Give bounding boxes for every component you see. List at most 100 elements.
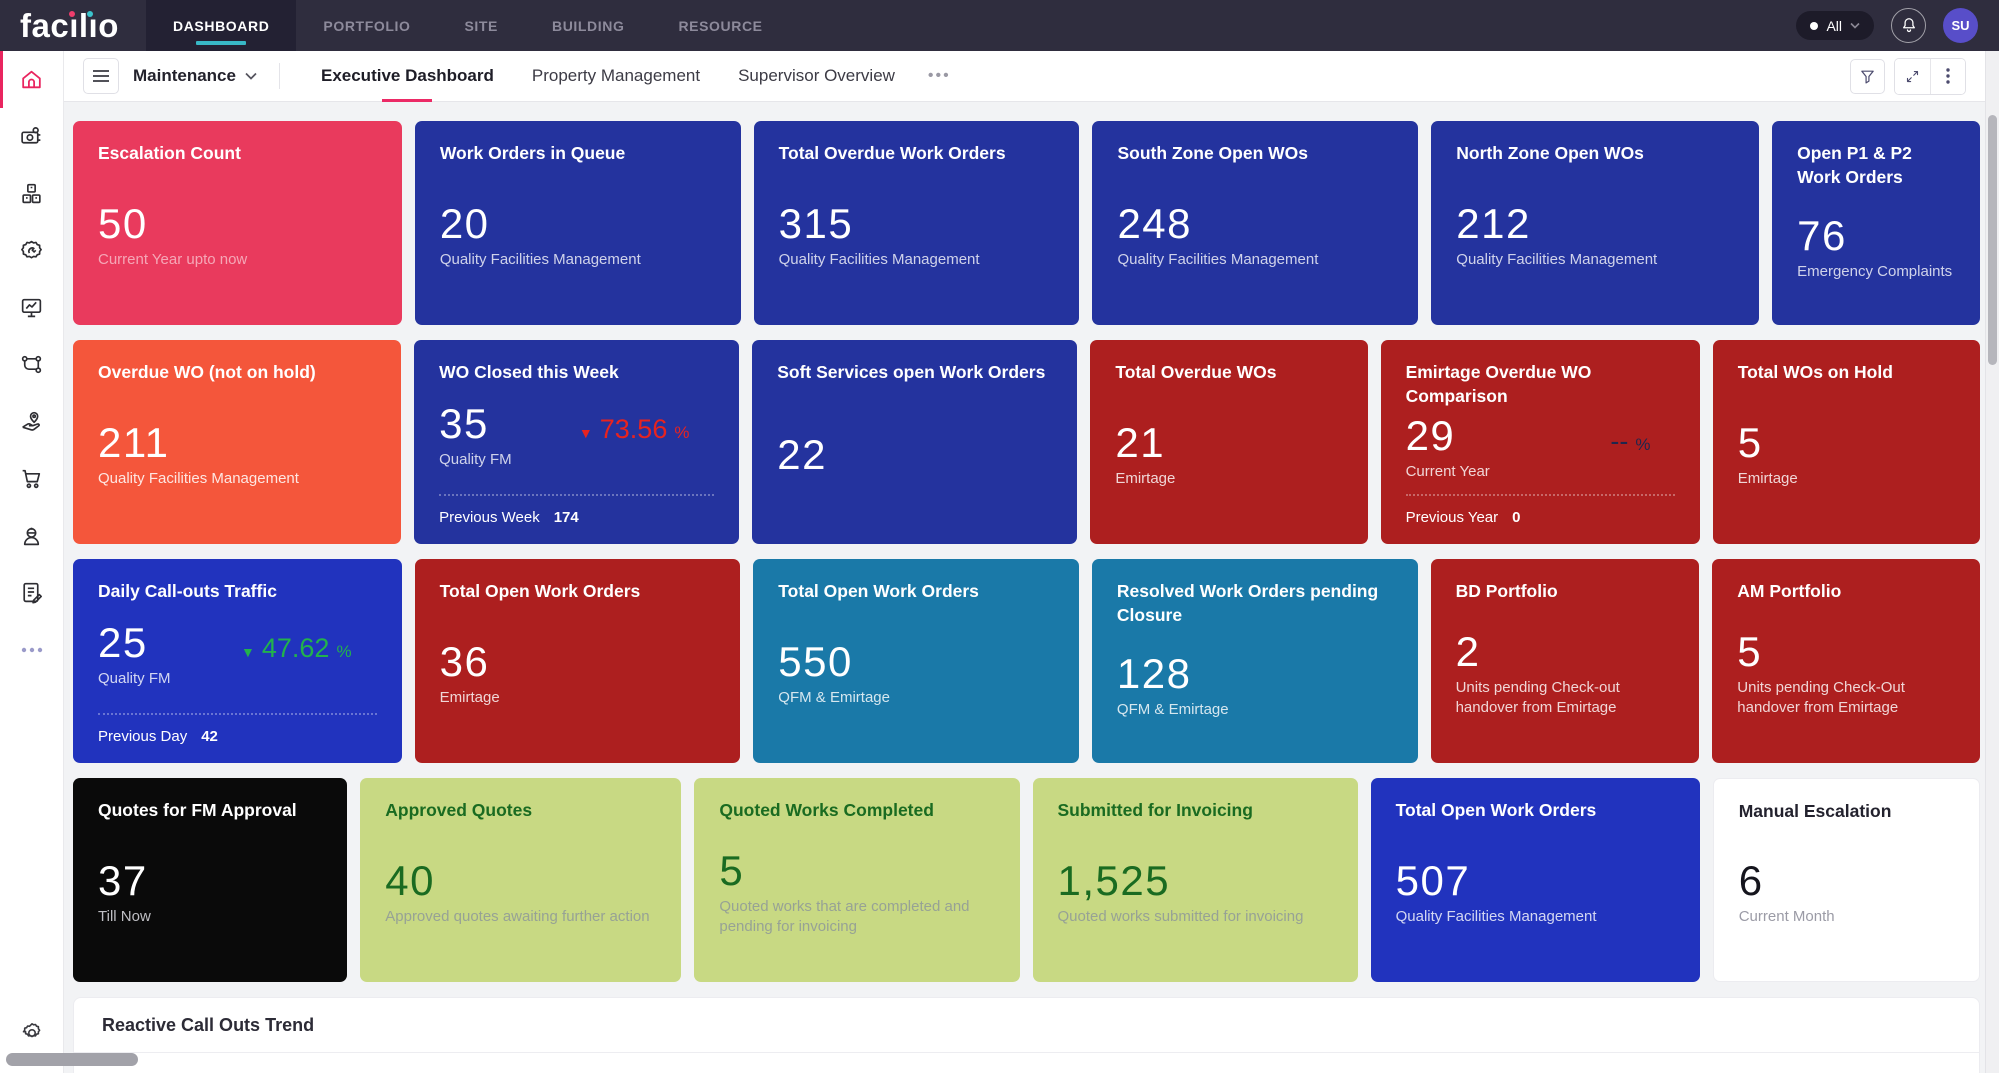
vertical-scrollbar[interactable] [1985,51,1999,1073]
filter-button[interactable] [1850,59,1885,94]
nav-tab-building[interactable]: BUILDING [525,0,651,51]
kpi-value: 22 [777,433,827,477]
document-edit-icon [19,580,44,605]
kpi-card-body: 35▼73.56%Quality FM [439,402,714,470]
region-selector[interactable]: All [1796,11,1874,40]
vertical-scrollbar-thumb[interactable] [1988,115,1997,365]
nav-tab-resource[interactable]: RESOURCE [651,0,789,51]
sidebar-item-more[interactable] [0,621,64,678]
horizontal-scrollbar-thumb[interactable] [6,1053,138,1066]
kpi-card-title: Total Open Work Orders [1396,799,1675,823]
kpi-card[interactable]: Submitted for Invoicing1,525Quoted works… [1033,778,1358,982]
kpi-card[interactable]: Total Overdue Work Orders315Quality Faci… [754,121,1080,325]
kpi-value: 2 [1456,630,1481,674]
nav-tab-site[interactable]: SITE [437,0,525,51]
kpi-card-body: 37Till Now [98,859,322,927]
kpi-grid: Escalation Count 50Current Year upto now W… [73,121,1980,1073]
kpi-card-body: 22 [777,433,1052,477]
sidebar-item-workflow[interactable] [0,336,64,393]
kpi-card[interactable]: Total Open Work Orders 507Quality Facilit… [1371,778,1700,982]
dashboard-list-button[interactable] [83,58,119,94]
more-options-button[interactable] [1930,59,1965,94]
sidebar-item-workforce[interactable] [0,507,64,564]
kpi-card[interactable]: Work Orders in Queue20Quality Facilities… [415,121,741,325]
settings-gear-icon [20,1021,44,1045]
kpi-card[interactable]: Daily Call-outs Traffic25▼47.62%Quality … [73,559,402,763]
sidebar-item-dashboards[interactable] [0,279,64,336]
kpi-card[interactable]: Emirtage Overdue WO Comparison29--%Curre… [1381,340,1700,544]
nav-tab-portfolio[interactable]: PORTFOLIO [296,0,437,51]
kpi-card[interactable]: Escalation Count 50Current Year upto now [73,121,402,325]
kpi-card-body: 1,525Quoted works submitted for invoicin… [1058,859,1333,927]
kpi-value: 21 [1115,421,1165,465]
kpi-card-body: 50Current Year upto now [98,202,377,270]
kpi-value: 1,525 [1058,859,1171,903]
user-avatar[interactable]: SU [1943,8,1978,43]
kpi-card[interactable]: South Zone Open WOs248Quality Facilities… [1092,121,1418,325]
kpi-subtitle: Emergency Complaints [1797,262,1955,282]
kpi-card[interactable]: North Zone Open WOs212Quality Facilities… [1431,121,1759,325]
kpi-card[interactable]: Total Overdue WOs21Emirtage [1090,340,1367,544]
kpi-card[interactable]: Resolved Work Orders pending Closure128Q… [1092,559,1418,763]
kpi-card-title: Manual Escalation [1739,800,1954,824]
kpi-footer-label: Previous Year [1406,509,1499,526]
kpi-card[interactable]: Soft Services open Work Orders22 [752,340,1077,544]
kpi-card-title: Approved Quotes [385,799,656,823]
tabs-overflow-button[interactable]: ••• [914,67,965,85]
sidebar-item-maintenance[interactable] [0,222,64,279]
kpi-footer: Previous Week174 [439,494,714,526]
kpi-card-title: Work Orders in Queue [440,142,716,166]
kpi-card[interactable]: WO Closed this Week35▼73.56%Quality FMPr… [414,340,739,544]
kpi-card[interactable]: Open P1 & P2 Work Orders76Emergency Comp… [1772,121,1980,325]
sidebar-item-inventory[interactable] [0,165,64,222]
kpi-footer-value: 42 [201,728,218,745]
kpi-card[interactable]: Manual Escalation6Current Month [1713,778,1980,982]
kpi-card[interactable]: Total Open Work Orders550QFM & Emirtage [753,559,1079,763]
region-status-dot [1810,22,1818,30]
kpi-trend-unit: % [1635,435,1650,455]
sidebar-item-services[interactable] [0,393,64,450]
kpi-value: 211 [98,421,169,465]
kpi-footer-value: 174 [554,509,579,526]
kpi-subtitle: Current Year [1406,462,1675,482]
kpi-card[interactable]: Total Open Work Orders36Emirtage [415,559,741,763]
tab-executive-dashboard[interactable]: Executive Dashboard [302,51,513,101]
tab-property-management[interactable]: Property Management [513,51,719,101]
home-icon [19,67,44,92]
kpi-card-body: 36Emirtage [440,640,716,708]
sidebar-item-assets[interactable] [0,108,64,165]
facilio-logo[interactable]: facılıo [20,9,119,42]
kpi-card-body: 76Emergency Complaints [1797,214,1955,282]
kpi-row: Escalation Count 50Current Year upto now W… [73,121,1980,325]
tab-supervisor-overview[interactable]: Supervisor Overview [719,51,914,101]
notifications-button[interactable] [1891,8,1926,43]
kpi-card[interactable]: Quoted Works Completed5Quoted works that… [694,778,1019,982]
kpi-footer: Previous Year0 [1406,494,1675,526]
expand-button[interactable] [1895,59,1930,94]
sidebar-item-home[interactable] [0,51,64,108]
kpi-subtitle: Quality Facilities Management [1396,907,1675,927]
nav-tabs: DASHBOARD PORTFOLIO SITE BUILDING RESOUR… [146,0,790,51]
kpi-card-body: 248Quality Facilities Management [1117,202,1393,270]
sidebar-item-notes[interactable] [0,564,64,621]
kpi-value: 212 [1456,202,1531,246]
kpi-card[interactable]: Total WOs on Hold5Emirtage [1713,340,1980,544]
kpi-card[interactable]: AM Portfolio5Units pending Check-Out han… [1712,559,1980,763]
logo-teal-dot [87,11,93,17]
chevron-down-icon[interactable] [245,72,257,80]
kpi-card[interactable]: Overdue WO (not on hold)211Quality Facil… [73,340,401,544]
kpi-card-title: Escalation Count [98,142,377,166]
kpi-value: 315 [779,202,854,246]
kpi-subtitle: Till Now [98,907,322,927]
kpi-trend-value: 73.56 [600,414,668,445]
kpi-card-body: 507Quality Facilities Management [1396,859,1675,927]
kpi-value: 35 [439,402,489,446]
cart-icon [19,466,44,491]
kpi-card[interactable]: BD Portfolio2Units pending Check-out han… [1431,559,1700,763]
nav-tab-dashboard[interactable]: DASHBOARD [146,0,296,51]
kpi-value: 25 [98,621,148,665]
sidebar-item-procurement[interactable] [0,450,64,507]
kpi-card[interactable]: Quotes for FM Approval37Till Now [73,778,347,982]
kpi-card[interactable]: Approved Quotes40Approved quotes awaitin… [360,778,681,982]
dashboard-group-selector[interactable]: Maintenance [133,66,236,86]
